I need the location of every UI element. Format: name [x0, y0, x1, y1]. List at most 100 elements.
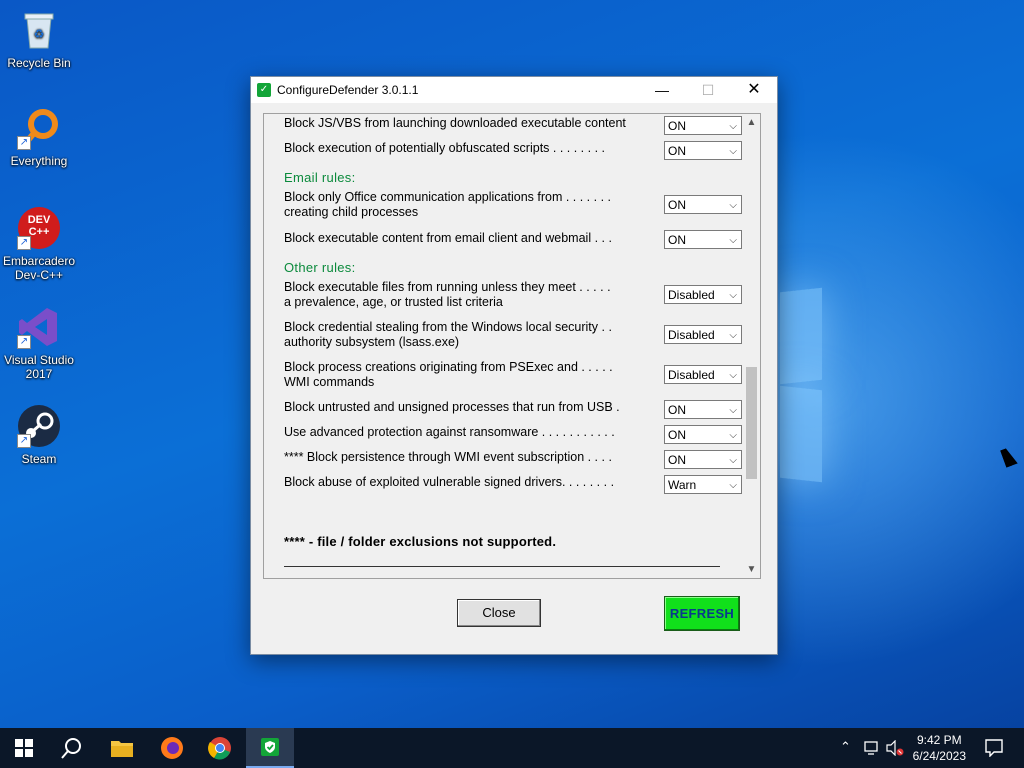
svg-text:♻: ♻	[34, 27, 45, 41]
devcpp-icon: DEV C++ ↗	[17, 206, 61, 250]
desktop-icon-label: Visual Studio 2017	[4, 353, 74, 381]
rule-select[interactable]: ON ⌵	[664, 141, 742, 160]
chevron-down-icon: ⌵	[729, 146, 737, 157]
chevron-down-icon: ⌵	[729, 370, 737, 381]
rule-label: Block execution of potentially obfuscate…	[284, 141, 605, 155]
close-window-button[interactable]: ✕	[731, 77, 777, 103]
rule-select-value: ON	[668, 233, 686, 247]
folder-icon	[111, 741, 133, 757]
rule-label: Block process creations originating from…	[284, 360, 613, 389]
network-icon[interactable]	[864, 740, 880, 756]
chevron-down-icon: ⌵	[729, 290, 737, 301]
scrollbar-thumb[interactable]	[746, 367, 757, 479]
chrome-icon	[208, 737, 231, 760]
window-title: ConfigureDefender 3.0.1.1	[277, 83, 419, 97]
magnifier-icon: ↗	[17, 106, 61, 150]
rules-scroll-area[interactable]: Block JS/VBS from launching downloaded e…	[264, 114, 742, 578]
desktop-icon-label: Recycle Bin	[7, 56, 71, 70]
chevron-down-icon: ⌵	[729, 455, 737, 466]
devcpp-icon-text: DEV C++	[27, 214, 51, 238]
rules-panel: Block JS/VBS from launching downloaded e…	[263, 113, 761, 579]
desktop-icon-steam[interactable]: ↗ Steam	[1, 404, 77, 466]
chevron-down-icon: ⌵	[729, 430, 737, 441]
title-bar[interactable]: ✓ ConfigureDefender 3.0.1.1 — ☐ ✕	[251, 77, 777, 103]
rule-label: Block untrusted and unsigned processes t…	[284, 400, 620, 414]
close-button[interactable]: Close	[457, 599, 541, 627]
exclusions-note: **** - file / folder exclusions not supp…	[284, 534, 557, 549]
rule-select-value: Disabled	[668, 368, 715, 382]
volume-muted-icon[interactable]	[886, 740, 904, 756]
visual-studio-icon: ↗	[17, 305, 61, 349]
rule-select[interactable]: ON ⌵	[664, 450, 742, 469]
chevron-down-icon: ⌵	[729, 121, 737, 132]
rule-select-value: Disabled	[668, 288, 715, 302]
taskbar-chrome[interactable]	[196, 728, 244, 768]
shortcut-arrow-icon: ↗	[17, 236, 31, 250]
rule-select[interactable]: Disabled ⌵	[664, 365, 742, 384]
other-rules-heading: Other rules:	[284, 260, 356, 275]
shortcut-arrow-icon: ↗	[17, 434, 31, 448]
minimize-button[interactable]: —	[639, 77, 685, 103]
chevron-down-icon: ⌵	[729, 200, 737, 211]
desktop-icon-label: Everything	[10, 154, 68, 168]
rule-select[interactable]: ON ⌵	[664, 230, 742, 249]
defender-shield-icon: ✓	[257, 83, 271, 97]
desktop-icon-visual-studio[interactable]: ↗ Visual Studio 2017	[1, 305, 77, 381]
chevron-down-icon: ⌵	[729, 330, 737, 341]
clock-time: 9:42 PM	[916, 733, 962, 747]
rule-label: Block executable files from running unle…	[284, 280, 611, 309]
chevron-down-icon: ⌵	[729, 480, 737, 491]
desktop-icon-label: Embarcadero Dev-C++	[2, 254, 76, 282]
defender-shield-icon	[261, 738, 279, 756]
clock-date: 6/24/2023	[912, 749, 966, 763]
maximize-button[interactable]: ☐	[685, 77, 731, 103]
vertical-scrollbar[interactable]: ▲ ▼	[743, 114, 760, 578]
configure-defender-window: ✓ ConfigureDefender 3.0.1.1 — ☐ ✕ Block …	[250, 76, 778, 655]
scroll-down-icon[interactable]: ▼	[743, 561, 760, 578]
scroll-up-icon[interactable]: ▲	[743, 114, 760, 131]
rule-label: Block executable content from email clie…	[284, 231, 612, 245]
steam-icon: ↗	[17, 404, 61, 448]
taskbar-firefox[interactable]	[148, 728, 196, 768]
taskbar: ⌃ 9:42 PM 6/24/2023	[0, 728, 1024, 768]
rule-select[interactable]: ON ⌵	[664, 116, 742, 135]
rule-select-value: Disabled	[668, 328, 715, 342]
search-button[interactable]	[48, 728, 96, 768]
rule-label: Use advanced protection against ransomwa…	[284, 425, 615, 439]
taskbar-file-explorer[interactable]	[98, 728, 146, 768]
rule-select-value: ON	[668, 403, 686, 417]
rule-select-value: ON	[668, 144, 686, 158]
desktop-icon-devcpp[interactable]: DEV C++ ↗ Embarcadero Dev-C++	[1, 206, 77, 282]
desktop-icon-label: Steam	[21, 452, 57, 466]
taskbar-configure-defender[interactable]	[246, 728, 294, 768]
rule-select-value: ON	[668, 453, 686, 467]
rule-label: Block JS/VBS from launching downloaded e…	[284, 116, 626, 130]
chevron-up-icon[interactable]: ⌃	[840, 739, 851, 755]
firefox-icon	[161, 737, 183, 759]
clock[interactable]: 9:42 PM 6/24/2023	[913, 732, 966, 764]
refresh-button[interactable]: REFRESH	[664, 596, 740, 631]
divider	[284, 566, 720, 567]
rule-label: Block only Office communication applicat…	[284, 190, 611, 219]
chevron-down-icon: ⌵	[729, 235, 737, 246]
mouse-cursor-icon	[1000, 446, 1018, 468]
start-button[interactable]	[0, 728, 48, 768]
rule-select[interactable]: Disabled ⌵	[664, 285, 742, 304]
search-icon	[61, 738, 81, 759]
rule-select-value: ON	[668, 119, 686, 133]
windows-start-icon	[15, 739, 33, 757]
rule-select[interactable]: ON ⌵	[664, 195, 742, 214]
desktop-icon-everything[interactable]: ↗ Everything	[1, 106, 77, 168]
shortcut-arrow-icon: ↗	[17, 335, 31, 349]
recycle-bin-icon: ♻	[17, 8, 61, 52]
rule-select[interactable]: Warn ⌵	[664, 475, 742, 494]
notification-icon	[985, 739, 1003, 757]
rule-select[interactable]: ON ⌵	[664, 425, 742, 444]
rule-select[interactable]: Disabled ⌵	[664, 325, 742, 344]
rule-select-value: ON	[668, 428, 686, 442]
desktop-icon-recycle-bin[interactable]: ♻ Recycle Bin	[1, 8, 77, 70]
rule-label: Block abuse of exploited vulnerable sign…	[284, 475, 615, 489]
chevron-down-icon: ⌵	[729, 405, 737, 416]
action-center-button[interactable]	[970, 728, 1018, 768]
rule-select[interactable]: ON ⌵	[664, 400, 742, 419]
